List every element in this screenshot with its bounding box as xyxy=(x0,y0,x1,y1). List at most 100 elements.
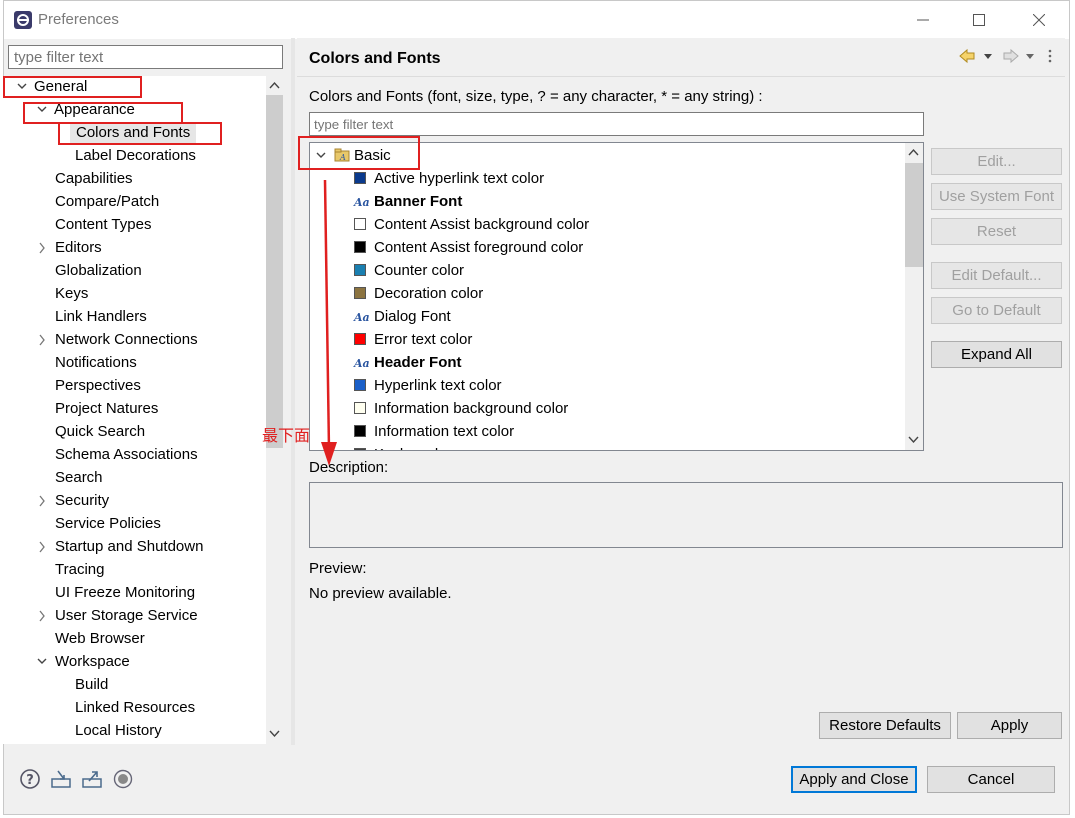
nav-item-linked-resources[interactable]: Linked Resources xyxy=(75,697,195,719)
reset-button[interactable]: Reset xyxy=(931,218,1062,245)
entry-label: Dialog Font xyxy=(374,308,451,325)
back-arrow-icon[interactable] xyxy=(959,48,975,64)
color-swatch-icon xyxy=(354,379,366,391)
minimize-button[interactable] xyxy=(900,1,946,39)
title-bar: Preferences xyxy=(4,1,1069,39)
font-icon: Aa xyxy=(354,196,370,209)
font-icon: Aa xyxy=(354,357,370,370)
chevron-right-icon[interactable] xyxy=(35,329,49,351)
entry-label: Counter color xyxy=(374,262,465,279)
import-icon[interactable] xyxy=(50,768,72,790)
color-swatch-icon xyxy=(354,218,366,230)
colors-filter-input[interactable] xyxy=(309,112,924,136)
nav-item-local-history[interactable]: Local History xyxy=(75,720,162,742)
nav-item-capabilities[interactable]: Capabilities xyxy=(55,168,133,190)
color-swatch-icon xyxy=(354,333,366,345)
scroll-down-icon[interactable] xyxy=(907,435,920,445)
scroll-up-icon[interactable] xyxy=(268,80,281,90)
nav-item-compare-patch[interactable]: Compare/Patch xyxy=(55,191,159,213)
nav-item-build[interactable]: Build xyxy=(75,674,108,696)
color-swatch-icon xyxy=(354,402,366,414)
close-icon xyxy=(1033,14,1045,26)
window-title: Preferences xyxy=(38,11,119,28)
left-filter-input[interactable] xyxy=(8,45,283,69)
entry-label: Active hyperlink text color xyxy=(374,170,545,187)
expand-all-button[interactable]: Expand All xyxy=(931,341,1062,368)
nav-item-startup-and-shutdown[interactable]: Startup and Shutdown xyxy=(55,536,203,558)
nav-item-search[interactable]: Search xyxy=(55,467,103,489)
preview-label: Preview: xyxy=(309,560,367,577)
color-swatch-icon xyxy=(354,172,366,184)
preferences-tree: General Appearance Colors and Fonts Labe… xyxy=(1,76,266,744)
entry-label: Information text color xyxy=(374,423,515,440)
back-dropdown-icon[interactable] xyxy=(984,54,992,59)
nav-item-label-decorations[interactable]: Label Decorations xyxy=(75,145,196,167)
left-scrollbar-thumb[interactable] xyxy=(266,95,283,448)
color-swatch-icon xyxy=(354,425,366,437)
apply-button[interactable]: Apply xyxy=(957,712,1062,739)
nav-item-ui-freeze-monitoring[interactable]: UI Freeze Monitoring xyxy=(55,582,195,604)
chevron-right-icon[interactable] xyxy=(35,536,49,558)
annotation-arrow xyxy=(321,180,337,466)
entry-label: Header Font xyxy=(374,354,462,371)
nav-item-workspace[interactable]: Workspace xyxy=(55,651,130,673)
forward-dropdown-icon[interactable] xyxy=(1026,54,1034,59)
tree-scrollbar-thumb[interactable] xyxy=(905,163,923,267)
nav-item-schema-associations[interactable]: Schema Associations xyxy=(55,444,198,466)
entry-label: Keyboard ... xyxy=(374,443,455,450)
description-box xyxy=(309,482,1063,548)
scroll-down-icon[interactable] xyxy=(268,729,281,739)
chevron-right-icon[interactable] xyxy=(35,490,49,512)
nav-item-project-natures[interactable]: Project Natures xyxy=(55,398,158,420)
nav-item-notifications[interactable]: Notifications xyxy=(55,352,137,374)
nav-item-globalization[interactable]: Globalization xyxy=(55,260,142,282)
nav-item-web-browser[interactable]: Web Browser xyxy=(55,628,145,650)
nav-item-user-storage-service[interactable]: User Storage Service xyxy=(55,605,198,627)
filter-description-label: Colors and Fonts (font, size, type, ? = … xyxy=(309,88,763,105)
cancel-button[interactable]: Cancel xyxy=(927,766,1055,793)
nav-item-link-handlers[interactable]: Link Handlers xyxy=(55,306,147,328)
maximize-button[interactable] xyxy=(956,1,1002,39)
highlight-appearance xyxy=(23,102,183,124)
close-window-button[interactable] xyxy=(1016,1,1062,39)
history-nav xyxy=(959,48,1052,64)
entry-label: Information background color xyxy=(374,400,569,417)
nav-item-service-policies[interactable]: Service Policies xyxy=(55,513,161,535)
highlight-basic xyxy=(298,136,420,170)
highlight-general xyxy=(3,76,142,98)
entry-label: Error text color xyxy=(374,331,473,348)
apply-and-close-button[interactable]: Apply and Close xyxy=(791,766,917,793)
edit-default-button[interactable]: Edit Default... xyxy=(931,262,1062,289)
scroll-up-icon[interactable] xyxy=(907,147,920,157)
eclipse-app-icon xyxy=(14,11,32,29)
nav-item-network-connections[interactable]: Network Connections xyxy=(55,329,198,351)
chevron-down-icon[interactable] xyxy=(35,651,49,673)
chevron-right-icon[interactable] xyxy=(35,237,49,259)
nav-item-security[interactable]: Security xyxy=(55,490,109,512)
preview-text: No preview available. xyxy=(309,585,452,602)
go-to-default-button[interactable]: Go to Default xyxy=(931,297,1062,324)
nav-item-quick-search[interactable]: Quick Search xyxy=(55,421,145,443)
nav-item-keys[interactable]: Keys xyxy=(55,283,88,305)
edit-button[interactable]: Edit... xyxy=(931,148,1062,175)
colors-fonts-tree: A Basic Active hyperlink text color Aa B… xyxy=(309,142,924,451)
view-menu-icon[interactable] xyxy=(1048,49,1052,63)
entry-label: Decoration color xyxy=(374,285,484,302)
entry-label: Content Assist foreground color xyxy=(374,239,584,256)
entry-label: Banner Font xyxy=(374,193,463,210)
title-separator xyxy=(297,76,1065,77)
nav-item-content-types[interactable]: Content Types xyxy=(55,214,151,236)
use-system-font-button[interactable]: Use System Font xyxy=(931,183,1062,210)
export-icon[interactable] xyxy=(81,768,103,790)
help-icon[interactable]: ? xyxy=(19,768,41,790)
forward-arrow-icon[interactable] xyxy=(1003,48,1019,64)
minimize-icon xyxy=(917,19,929,21)
record-icon[interactable] xyxy=(112,768,134,790)
chevron-right-icon[interactable] xyxy=(35,605,49,627)
nav-item-tracing[interactable]: Tracing xyxy=(55,559,104,581)
entry-label: Content Assist background color xyxy=(374,216,590,233)
nav-item-editors[interactable]: Editors xyxy=(55,237,102,259)
nav-item-perspectives[interactable]: Perspectives xyxy=(55,375,141,397)
pane-divider[interactable] xyxy=(291,38,295,745)
restore-defaults-button[interactable]: Restore Defaults xyxy=(819,712,951,739)
